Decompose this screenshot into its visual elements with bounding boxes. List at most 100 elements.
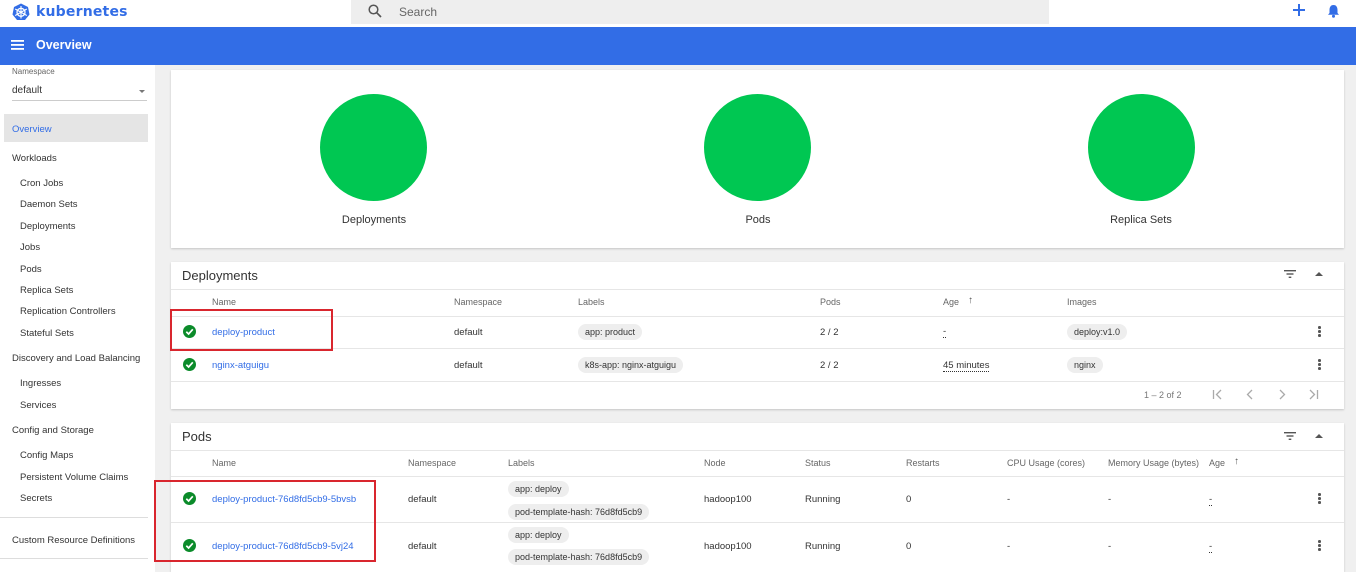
sidebar: Namespace default Overview Workloads Cro… (0, 65, 155, 572)
deployments-status-chart[interactable] (320, 94, 427, 201)
replica-sets-status-label: Replica Sets (1110, 214, 1172, 226)
sidebar-item-deployments[interactable]: Deployments (20, 221, 75, 232)
pod-age: - (1209, 494, 1213, 506)
sidebar-divider (0, 517, 148, 518)
deployments-status-label: Deployments (341, 214, 407, 226)
pods-status-label: Pods (745, 214, 771, 226)
filter-icon[interactable] (1284, 269, 1296, 279)
sidebar-item-replication-controllers[interactable]: Replication Controllers (20, 306, 116, 317)
sidebar-item-config-maps[interactable]: Config Maps (20, 450, 73, 461)
column-header-name[interactable]: Name (212, 297, 236, 307)
column-header-node[interactable]: Node (704, 458, 726, 468)
image-chip: nginx (1067, 357, 1103, 373)
column-header-age[interactable]: Age (1209, 458, 1225, 468)
row-actions-kebab-icon[interactable] (1318, 359, 1321, 371)
column-header-cpu: CPU Usage (cores) (1007, 458, 1086, 468)
sidebar-item-stateful-sets[interactable]: Stateful Sets (20, 328, 74, 339)
deployments-title: Deployments (182, 268, 258, 283)
sidebar-item-config-storage[interactable]: Config and Storage (12, 425, 94, 436)
column-header-namespace[interactable]: Namespace (454, 297, 502, 307)
column-header-labels: Labels (508, 458, 535, 468)
row-actions-kebab-icon[interactable] (1318, 493, 1321, 505)
search-icon (368, 4, 382, 18)
helm-wheel-icon (12, 3, 30, 20)
pagination-range: 1 – 2 of 2 (1144, 390, 1182, 400)
deployment-namespace: default (454, 360, 483, 371)
image-chip: deploy:v1.0 (1067, 324, 1128, 340)
deployment-name-link[interactable]: nginx-atguigu (212, 360, 269, 371)
row-actions-kebab-icon[interactable] (1318, 540, 1321, 552)
sidebar-item-discovery[interactable]: Discovery and Load Balancing (12, 353, 140, 364)
row-actions-kebab-icon[interactable] (1318, 326, 1321, 338)
pods-title: Pods (182, 429, 212, 444)
column-header-restarts[interactable]: Restarts (906, 458, 940, 468)
sidebar-item-secrets[interactable]: Secrets (20, 493, 52, 504)
sidebar-item-ingresses[interactable]: Ingresses (20, 378, 61, 389)
pod-node: hadoop100 (704, 494, 752, 505)
notification-bell-icon[interactable] (1327, 4, 1340, 18)
sidebar-item-workloads[interactable]: Workloads (12, 153, 57, 164)
replica-sets-status-chart[interactable] (1088, 94, 1195, 201)
sidebar-item-daemon-sets[interactable]: Daemon Sets (20, 199, 78, 210)
pod-age: - (1209, 541, 1213, 553)
namespace-select[interactable]: default (12, 85, 147, 101)
namespace-label: Namespace (12, 67, 55, 76)
divider (171, 381, 1344, 382)
collapse-chevron-up-icon[interactable] (1314, 432, 1324, 440)
search-input[interactable]: Search (399, 5, 437, 19)
label-chip: k8s-app: nginx-atguigu (578, 357, 684, 373)
last-page-icon[interactable] (1307, 389, 1319, 400)
pod-memory: - (1108, 541, 1112, 552)
pod-status: Running (805, 494, 841, 505)
dropdown-caret-icon (139, 90, 145, 93)
page-title: Overview (36, 38, 92, 52)
sidebar-divider (0, 558, 148, 559)
sort-arrow-up-icon[interactable]: ↑ (968, 295, 973, 306)
sidebar-item-services[interactable]: Services (20, 400, 56, 411)
column-header-namespace[interactable]: Namespace (408, 458, 456, 468)
previous-page-icon[interactable] (1245, 389, 1255, 400)
sidebar-item-replica-sets[interactable]: Replica Sets (20, 285, 73, 296)
collapse-chevron-up-icon[interactable] (1314, 270, 1324, 278)
search-bar[interactable]: Search (351, 0, 1049, 24)
sidebar-item-crd[interactable]: Custom Resource Definitions (12, 535, 135, 546)
column-header-labels: Labels (578, 297, 605, 307)
pod-cpu: - (1007, 541, 1011, 552)
pod-namespace: default (408, 494, 437, 505)
kubernetes-logo[interactable]: kubernetes (12, 3, 128, 21)
pod-node: hadoop100 (704, 541, 752, 552)
deployments-card (171, 262, 1344, 409)
next-page-icon[interactable] (1277, 389, 1287, 400)
column-header-memory: Memory Usage (bytes) (1108, 458, 1200, 468)
pod-status: Running (805, 541, 841, 552)
pod-memory: - (1108, 494, 1112, 505)
create-plus-icon[interactable] (1292, 3, 1306, 17)
deployment-pods: 2 / 2 (820, 360, 839, 371)
sidebar-item-jobs[interactable]: Jobs (20, 242, 40, 253)
column-header-age[interactable]: Age (943, 297, 959, 307)
column-header-status[interactable]: Status (805, 458, 831, 468)
pod-cpu: - (1007, 494, 1011, 505)
hamburger-menu-icon[interactable] (11, 40, 24, 50)
sidebar-item-overview[interactable]: Overview (4, 114, 148, 142)
deployment-pods: 2 / 2 (820, 327, 839, 338)
column-header-name[interactable]: Name (212, 458, 236, 468)
label-chip: pod-template-hash: 76d8fd5cb9 (508, 549, 650, 565)
deployment-namespace: default (454, 327, 483, 338)
highlight-box (170, 309, 333, 351)
brand-name: kubernetes (36, 4, 128, 20)
namespace-value: default (12, 85, 43, 96)
sort-arrow-up-icon[interactable]: ↑ (1234, 456, 1239, 467)
deployment-age: - (943, 326, 947, 338)
sidebar-item-pods[interactable]: Pods (20, 264, 42, 275)
page-header: Overview (0, 27, 1356, 65)
divider (171, 289, 1344, 290)
pods-status-chart[interactable] (704, 94, 811, 201)
first-page-icon[interactable] (1212, 389, 1224, 400)
top-bar: kubernetes Search (0, 0, 1356, 27)
divider (171, 348, 1344, 349)
sidebar-item-cron-jobs[interactable]: Cron Jobs (20, 178, 63, 189)
sidebar-item-pvc[interactable]: Persistent Volume Claims (20, 472, 128, 483)
divider (171, 450, 1344, 451)
filter-icon[interactable] (1284, 431, 1296, 441)
